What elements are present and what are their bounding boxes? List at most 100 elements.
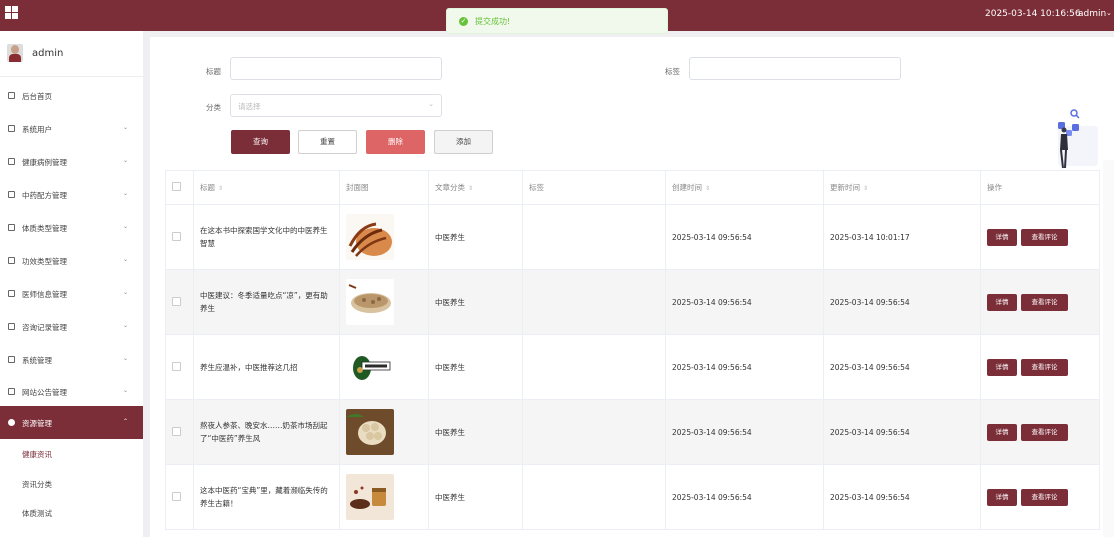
category-cell: 中医养生 [428,269,523,335]
cover-image [346,214,394,260]
title-filter-label: 标题 [206,67,221,76]
query-button[interactable]: 查询 [231,130,290,154]
sidebar-item-label: 中药配方管理 [22,191,67,200]
tag-cell [522,464,666,530]
table-row[interactable]: 这本中医药“宝典”里，藏着濒临失传的养生古籍！ 中医养生 2025-03-14 09… [165,464,1100,530]
sidebar-item-label: 后台首页 [22,92,52,101]
sidebar-item-label: 咨询记录管理 [22,323,67,332]
document-icon [8,224,15,231]
updated-cell: 2025-03-14 09:56:54 [823,464,981,530]
table-row[interactable]: 养生应温补，中医推荐这几招 中医养生 2025-03-14 09:56:54 2025… [165,334,1100,400]
sidebar-subitem-label: 体质测试 [22,509,52,518]
actions-cell: 详情 查看评论 [980,204,1100,270]
title-filter-input[interactable] [230,57,442,80]
sidebar-subitem[interactable]: 体质测试 [0,498,143,527]
table-row[interactable]: 中医建议：冬季适量吃点“凉”，更有助养生 中医养生 2025-03-14 09:56… [165,269,1100,335]
chevron-icon: ⌄ [123,124,129,131]
sort-icon[interactable]: ⇕ [218,185,223,192]
cover-image [346,279,394,325]
title-cell: 这本中医药“宝典”里，藏着濒临失传的养生古籍！ [193,464,340,530]
view-comments-button[interactable]: 查看评论 [1021,488,1068,506]
category-placeholder: 请选择 [238,102,261,111]
menu-grid-icon[interactable] [5,6,18,19]
chevron-icon: ⌄ [123,289,129,296]
sidebar-item-label: 健康病例管理 [22,158,67,167]
document-icon [8,158,15,165]
sidebar-subitem[interactable]: 资讯分类 [0,469,143,498]
row-checkbox[interactable] [172,491,181,501]
cover-image [346,474,394,520]
detail-button[interactable]: 详情 [987,228,1017,246]
table-row[interactable]: 熬夜人参茶、晚安水……奶茶市场刮起了“中医药”养生风 中医养生 2025-03-14… [165,399,1100,465]
success-toast: ✓ 提交成功! [446,8,668,34]
detail-button[interactable]: 详情 [987,423,1017,441]
view-comments-button[interactable]: 查看评论 [1021,423,1068,441]
column-header-label: 封面图 [346,183,369,192]
sidebar-item[interactable]: 医师信息管理 ⌄ [0,277,143,310]
row-select-cell [165,269,194,335]
chevron-icon: ⌄ [123,223,129,230]
sidebar-item[interactable]: 体质类型管理 ⌄ [0,211,143,244]
sidebar-item[interactable]: 咨询记录管理 ⌄ [0,310,143,343]
document-icon [8,191,15,198]
title-cell: 养生应温补，中医推荐这几招 [193,334,340,400]
created-cell: 2025-03-14 09:56:54 [665,464,824,530]
reset-button[interactable]: 重置 [298,130,357,154]
scrollbar[interactable] [1103,160,1114,537]
sidebar-item[interactable]: 资源管理 ⌃ [0,406,143,439]
sidebar-subitem[interactable]: 健康资讯 [0,439,143,468]
sidebar-item[interactable]: 功效类型管理 ⌄ [0,244,143,277]
detail-button[interactable]: 详情 [987,293,1017,311]
sort-icon[interactable]: ⇕ [705,185,710,192]
row-select-cell [165,334,194,400]
view-comments-button[interactable]: 查看评论 [1021,293,1068,311]
category-cell: 中医养生 [428,204,523,270]
row-checkbox[interactable] [172,361,181,371]
sidebar-item-label: 医师信息管理 [22,290,67,299]
chevron-icon: ⌄ [123,322,129,329]
articles-table: 标题 ⇕ 封面图 文章分类 ⇕ 标签 创建时间 ⇕ 更新时间 ⇕ 操作 在这本书中探索国学文化中的中… [165,170,1100,530]
chevron-icon: ⌄ [123,190,129,197]
detail-button[interactable]: 详情 [987,358,1017,376]
category-cell: 中医养生 [428,334,523,400]
row-checkbox[interactable] [172,296,181,306]
column-header: 标签 [522,170,666,205]
sort-icon[interactable]: ⇕ [863,185,868,192]
view-comments-button[interactable]: 查看评论 [1021,358,1068,376]
column-header: 创建时间 ⇕ [665,170,824,205]
sidebar-item[interactable]: 网站公告管理 ⌄ [0,375,143,408]
sidebar-subitem-label: 健康资讯 [22,450,52,459]
view-comments-button[interactable]: 查看评论 [1021,228,1068,246]
actions-cell: 详情 查看评论 [980,334,1100,400]
tag-filter-input[interactable] [689,57,901,80]
chevron-down-icon[interactable]: ⌄ [1106,9,1112,17]
category-select[interactable]: 请选择 ⌄ [230,94,442,117]
table-row[interactable]: 在这本书中探索国学文化中的中医养生智慧 中医养生 2025-03-14 09:56:… [165,204,1100,270]
column-header-label: 文章分类 [435,183,465,192]
column-header-label: 更新时间 [830,183,860,192]
person-illustration [1058,109,1098,169]
tag-cell [522,204,666,270]
row-checkbox[interactable] [172,231,181,241]
add-button[interactable]: 添加 [434,130,493,154]
sidebar-item-label: 体质类型管理 [22,224,67,233]
sidebar-item[interactable]: 中药配方管理 ⌄ [0,178,143,211]
sidebar-item[interactable]: 系统用户 ⌄ [0,112,143,145]
delete-button[interactable]: 删除 [366,130,425,154]
cover-cell [339,464,429,530]
row-checkbox[interactable] [172,426,181,436]
sort-icon[interactable]: ⇕ [468,185,473,192]
actions-cell: 详情 查看评论 [980,464,1100,530]
created-cell: 2025-03-14 09:56:54 [665,204,824,270]
sidebar-item[interactable]: 健康病例管理 ⌄ [0,145,143,178]
sidebar-item[interactable]: 后台首页 [0,79,143,112]
document-icon [8,323,15,330]
detail-button[interactable]: 详情 [987,488,1017,506]
created-cell: 2025-03-14 09:56:54 [665,399,824,465]
select-all-checkbox[interactable] [172,182,181,191]
header-user-menu[interactable]: admin [1078,9,1106,19]
sidebar-item[interactable]: 系统管理 ⌄ [0,343,143,376]
updated-cell: 2025-03-14 09:56:54 [823,269,981,335]
sidebar: admin 后台首页 系统用户 ⌄ 健康病例管理 ⌄ 中药配方管理 ⌄ 体质类型管理 ⌄ 功效类型… [0,31,143,537]
title-cell: 中医建议：冬季适量吃点“凉”，更有助养生 [193,269,340,335]
